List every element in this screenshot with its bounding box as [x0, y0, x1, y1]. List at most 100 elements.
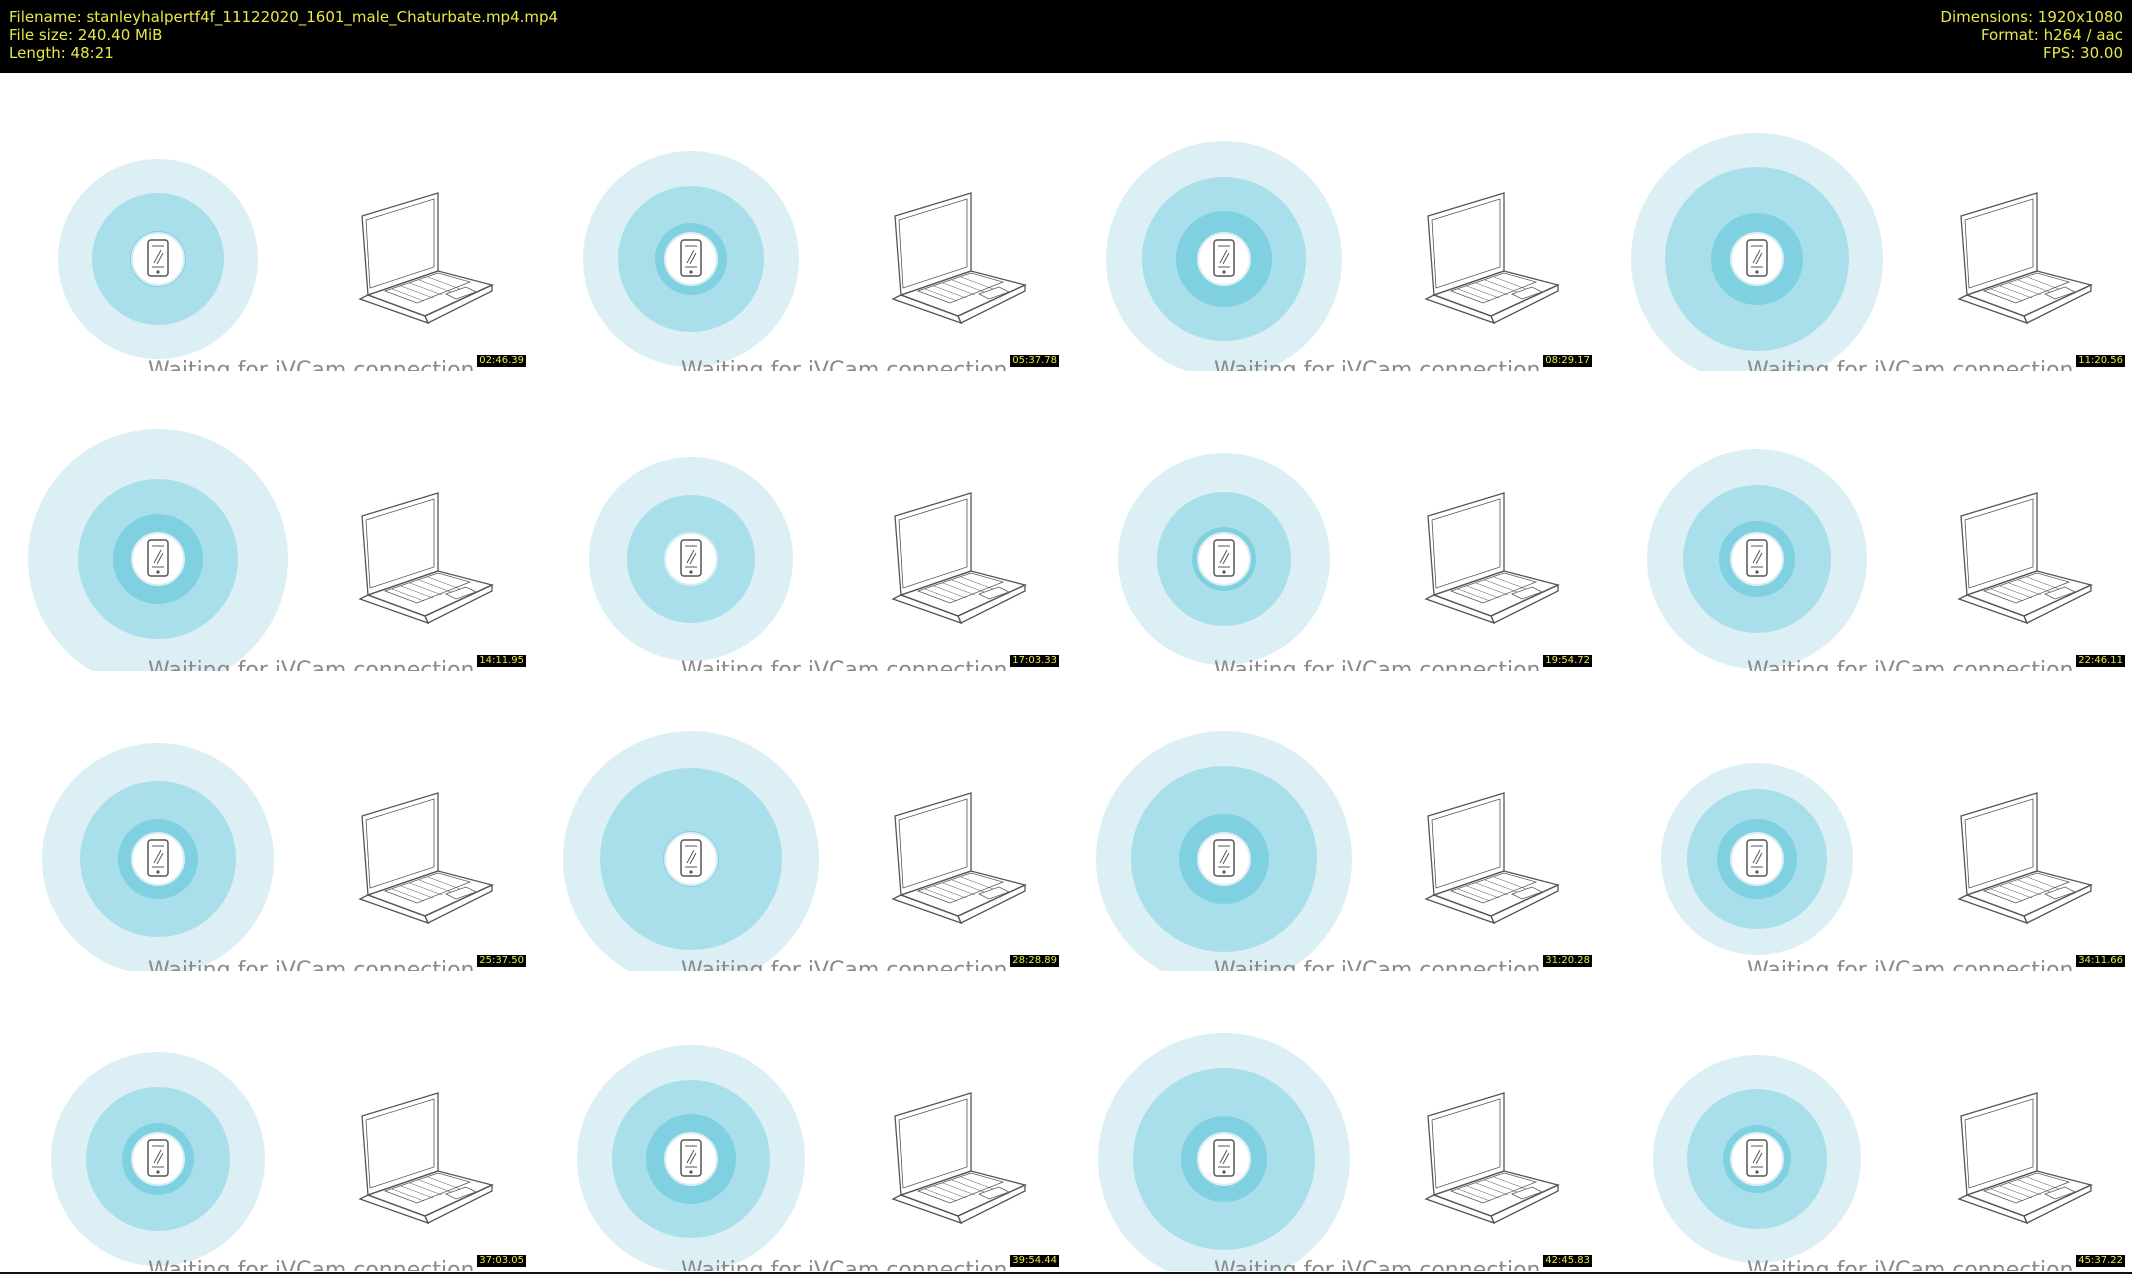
- timestamp-label: 19:54.72: [1543, 655, 1592, 667]
- laptop-icon: [1424, 1092, 1560, 1225]
- connection-illustration: [577, 1045, 1027, 1271]
- timestamp-label: 25:37.50: [477, 955, 526, 967]
- waiting-caption: Waiting for iVCam connection: [681, 1258, 1008, 1271]
- phone-icon: [1730, 1132, 1784, 1186]
- connection-illustration: [1098, 1033, 1560, 1271]
- waiting-caption: Waiting for iVCam connection: [148, 958, 475, 971]
- waiting-caption: Waiting for iVCam connection: [1747, 358, 2074, 371]
- phone-icon: [1197, 232, 1251, 286]
- filename-text: Filename: stanleyhalpertf4f_11122020_160…: [9, 8, 559, 26]
- timestamp-label: 05:37.78: [1010, 355, 1059, 367]
- thumbnail-frame: Waiting for iVCam connection 08:29.17: [1066, 73, 1598, 371]
- dimensions-text: Dimensions: 1920x1080: [1940, 8, 2123, 26]
- phone-icon: [131, 232, 185, 286]
- connection-illustration: [1631, 133, 2093, 371]
- thumbnail-frame: Waiting for iVCam connection 45:37.22: [1599, 973, 2131, 1271]
- thumbnail-frame: Waiting for iVCam connection 42:45.83: [1066, 973, 1598, 1271]
- waiting-caption: Waiting for iVCam connection: [148, 358, 475, 371]
- phone-icon: [1197, 532, 1251, 586]
- connection-illustration: [28, 429, 494, 671]
- waiting-caption: Waiting for iVCam connection: [148, 1258, 475, 1271]
- thumbnail-frame: Waiting for iVCam connection 22:46.11: [1599, 373, 2131, 671]
- thumbnail-frame: Waiting for iVCam connection 14:11.95: [0, 373, 532, 671]
- phone-icon: [1730, 232, 1784, 286]
- connection-illustration: [42, 743, 494, 971]
- laptop-icon: [1424, 192, 1560, 325]
- laptop-icon: [1957, 192, 2093, 325]
- waiting-caption: Waiting for iVCam connection: [1214, 958, 1541, 971]
- timestamp-label: 28:28.89: [1010, 955, 1059, 967]
- connection-illustration: [1106, 141, 1560, 371]
- phone-icon: [1197, 832, 1251, 886]
- timestamp-label: 37:03.05: [477, 1255, 526, 1267]
- timestamp-label: 34:11.66: [2076, 955, 2125, 967]
- laptop-icon: [1424, 492, 1560, 625]
- timestamp-label: 02:46.39: [477, 355, 526, 367]
- timestamp-label: 31:20.28: [1543, 955, 1592, 967]
- thumbnail-frame: Waiting for iVCam connection 02:46.39: [0, 73, 532, 371]
- waiting-caption: Waiting for iVCam connection: [1747, 1258, 2074, 1271]
- connection-illustration: [1647, 449, 2093, 669]
- phone-icon: [664, 232, 718, 286]
- connection-illustration: [1118, 453, 1560, 665]
- phone-icon: [1730, 532, 1784, 586]
- laptop-icon: [358, 792, 494, 925]
- timestamp-label: 22:46.11: [2076, 655, 2125, 667]
- thumbnail-frame: Waiting for iVCam connection 25:37.50: [0, 673, 532, 971]
- info-header: Filename: stanleyhalpertf4f_11122020_160…: [0, 0, 2132, 73]
- laptop-icon: [1957, 1092, 2093, 1225]
- connection-illustration: [589, 457, 1027, 661]
- timestamp-label: 11:20.56: [2076, 355, 2125, 367]
- format-text: Format: h264 / aac: [1980, 26, 2123, 44]
- header-right-info: Dimensions: 1920x1080 Format: h264 / aac…: [1940, 8, 2123, 62]
- connection-illustration: [58, 159, 494, 359]
- waiting-caption: Waiting for iVCam connection: [681, 658, 1008, 671]
- laptop-icon: [891, 192, 1027, 325]
- laptop-icon: [891, 492, 1027, 625]
- phone-icon: [1197, 1132, 1251, 1186]
- phone-icon: [131, 532, 185, 586]
- connection-illustration: [1661, 763, 2093, 955]
- laptop-icon: [891, 1092, 1027, 1225]
- waiting-caption: Waiting for iVCam connection: [681, 358, 1008, 371]
- phone-icon: [664, 1132, 718, 1186]
- thumbnail-frame: Waiting for iVCam connection 19:54.72: [1066, 373, 1598, 671]
- thumbnail-frame: Waiting for iVCam connection 28:28.89: [533, 673, 1065, 971]
- timestamp-label: 45:37.22: [2076, 1255, 2125, 1267]
- connection-illustration: [563, 731, 1027, 971]
- connection-illustration: [1096, 731, 1560, 971]
- thumbnail-frame: Waiting for iVCam connection 34:11.66: [1599, 673, 2131, 971]
- timestamp-label: 14:11.95: [477, 655, 526, 667]
- thumbnail-frame: Waiting for iVCam connection 11:20.56: [1599, 73, 2131, 371]
- timestamp-label: 39:54.44: [1010, 1255, 1059, 1267]
- laptop-icon: [358, 492, 494, 625]
- thumbnail-grid: Waiting for iVCam connection 02:46.39 Wait…: [0, 73, 2132, 1274]
- connection-illustration: [1653, 1055, 2093, 1263]
- waiting-caption: Waiting for iVCam connection: [1214, 358, 1541, 371]
- filesize-text: File size: 240.40 MiB: [9, 26, 163, 44]
- header-left-info: Filename: stanleyhalpertf4f_11122020_160…: [9, 8, 558, 62]
- phone-icon: [664, 832, 718, 886]
- timestamp-label: 17:03.33: [1010, 655, 1059, 667]
- waiting-caption: Waiting for iVCam connection: [1747, 658, 2074, 671]
- laptop-icon: [1957, 492, 2093, 625]
- laptop-icon: [358, 192, 494, 325]
- length-text: Length: 48:21: [9, 44, 114, 62]
- thumbnail-frame: Waiting for iVCam connection 39:54.44: [533, 973, 1065, 1271]
- connection-illustration: [583, 151, 1027, 367]
- laptop-icon: [1957, 792, 2093, 925]
- phone-icon: [664, 532, 718, 586]
- thumbnail-frame: Waiting for iVCam connection 37:03.05: [0, 973, 532, 1271]
- phone-icon: [131, 832, 185, 886]
- phone-icon: [1730, 832, 1784, 886]
- thumbnail-frame: Waiting for iVCam connection 05:37.78: [533, 73, 1065, 371]
- waiting-caption: Waiting for iVCam connection: [1747, 958, 2074, 971]
- phone-icon: [131, 1132, 185, 1186]
- thumbnail-frame: Waiting for iVCam connection 31:20.28: [1066, 673, 1598, 971]
- connection-illustration: [51, 1052, 494, 1266]
- laptop-icon: [1424, 792, 1560, 925]
- waiting-caption: Waiting for iVCam connection: [1214, 658, 1541, 671]
- timestamp-label: 08:29.17: [1543, 355, 1592, 367]
- thumbnail-frame: Waiting for iVCam connection 17:03.33: [533, 373, 1065, 671]
- laptop-icon: [358, 1092, 494, 1225]
